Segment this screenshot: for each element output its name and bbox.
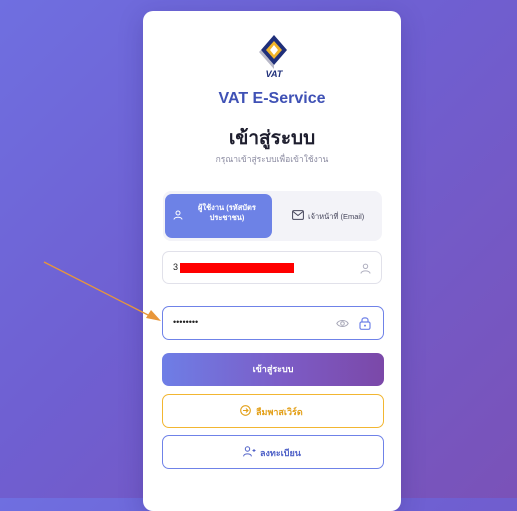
register-label: ลงทะเบียน	[260, 448, 301, 458]
tab-citizen-user[interactable]: ผู้ใช้งาน (รหัสบัตร ประชาชน)	[165, 194, 272, 238]
username-field[interactable]: 3	[162, 251, 382, 284]
password-field[interactable]: ••••••••	[162, 306, 384, 340]
forgot-password-label: ลืมพาสเวิร์ด	[256, 407, 303, 417]
tab-staff-label: เจ้าหน้าที่ (Email)	[308, 212, 365, 221]
add-user-icon	[243, 446, 256, 457]
logo-text: VAT	[266, 69, 284, 79]
login-card: VAT VAT E-Service เข้าสู่ระบบ กรุณาเข้าส…	[143, 11, 401, 511]
page-subtitle: กรุณาเข้าสู่ระบบเพื่อเข้าใช้งาน	[215, 154, 329, 164]
vat-logo-icon: VAT	[259, 35, 287, 79]
password-value: ••••••••	[173, 317, 199, 327]
login-button[interactable]: เข้าสู่ระบบ	[162, 353, 384, 386]
tab-citizen-label: ผู้ใช้งาน (รหัสบัตร ประชาชน)	[185, 203, 269, 223]
tab-citizen-label-line2: ประชาชน)	[209, 213, 245, 222]
page-title: เข้าสู่ระบบ	[228, 128, 316, 149]
brand-name: VAT E-Service	[218, 90, 326, 107]
redaction-bar	[180, 263, 294, 273]
login-type-tabs: ผู้ใช้งาน (รหัสบัตร ประชาชน) เจ้าหน้าที่…	[163, 191, 382, 241]
user-icon	[360, 263, 371, 274]
forgot-password-button[interactable]: ลืมพาสเวิร์ด	[162, 394, 384, 428]
username-value: 3	[173, 262, 179, 272]
lock-icon	[359, 317, 371, 330]
mail-icon	[292, 210, 304, 220]
tab-citizen-label-line1: ผู้ใช้งาน (รหัสบัตร	[198, 203, 256, 212]
register-button[interactable]: ลงทะเบียน	[162, 435, 384, 469]
tab-staff-email[interactable]: เจ้าหน้าที่ (Email)	[277, 194, 379, 238]
eye-icon[interactable]	[336, 318, 349, 329]
user-icon	[173, 210, 183, 220]
arrow-circle-icon	[240, 405, 251, 416]
